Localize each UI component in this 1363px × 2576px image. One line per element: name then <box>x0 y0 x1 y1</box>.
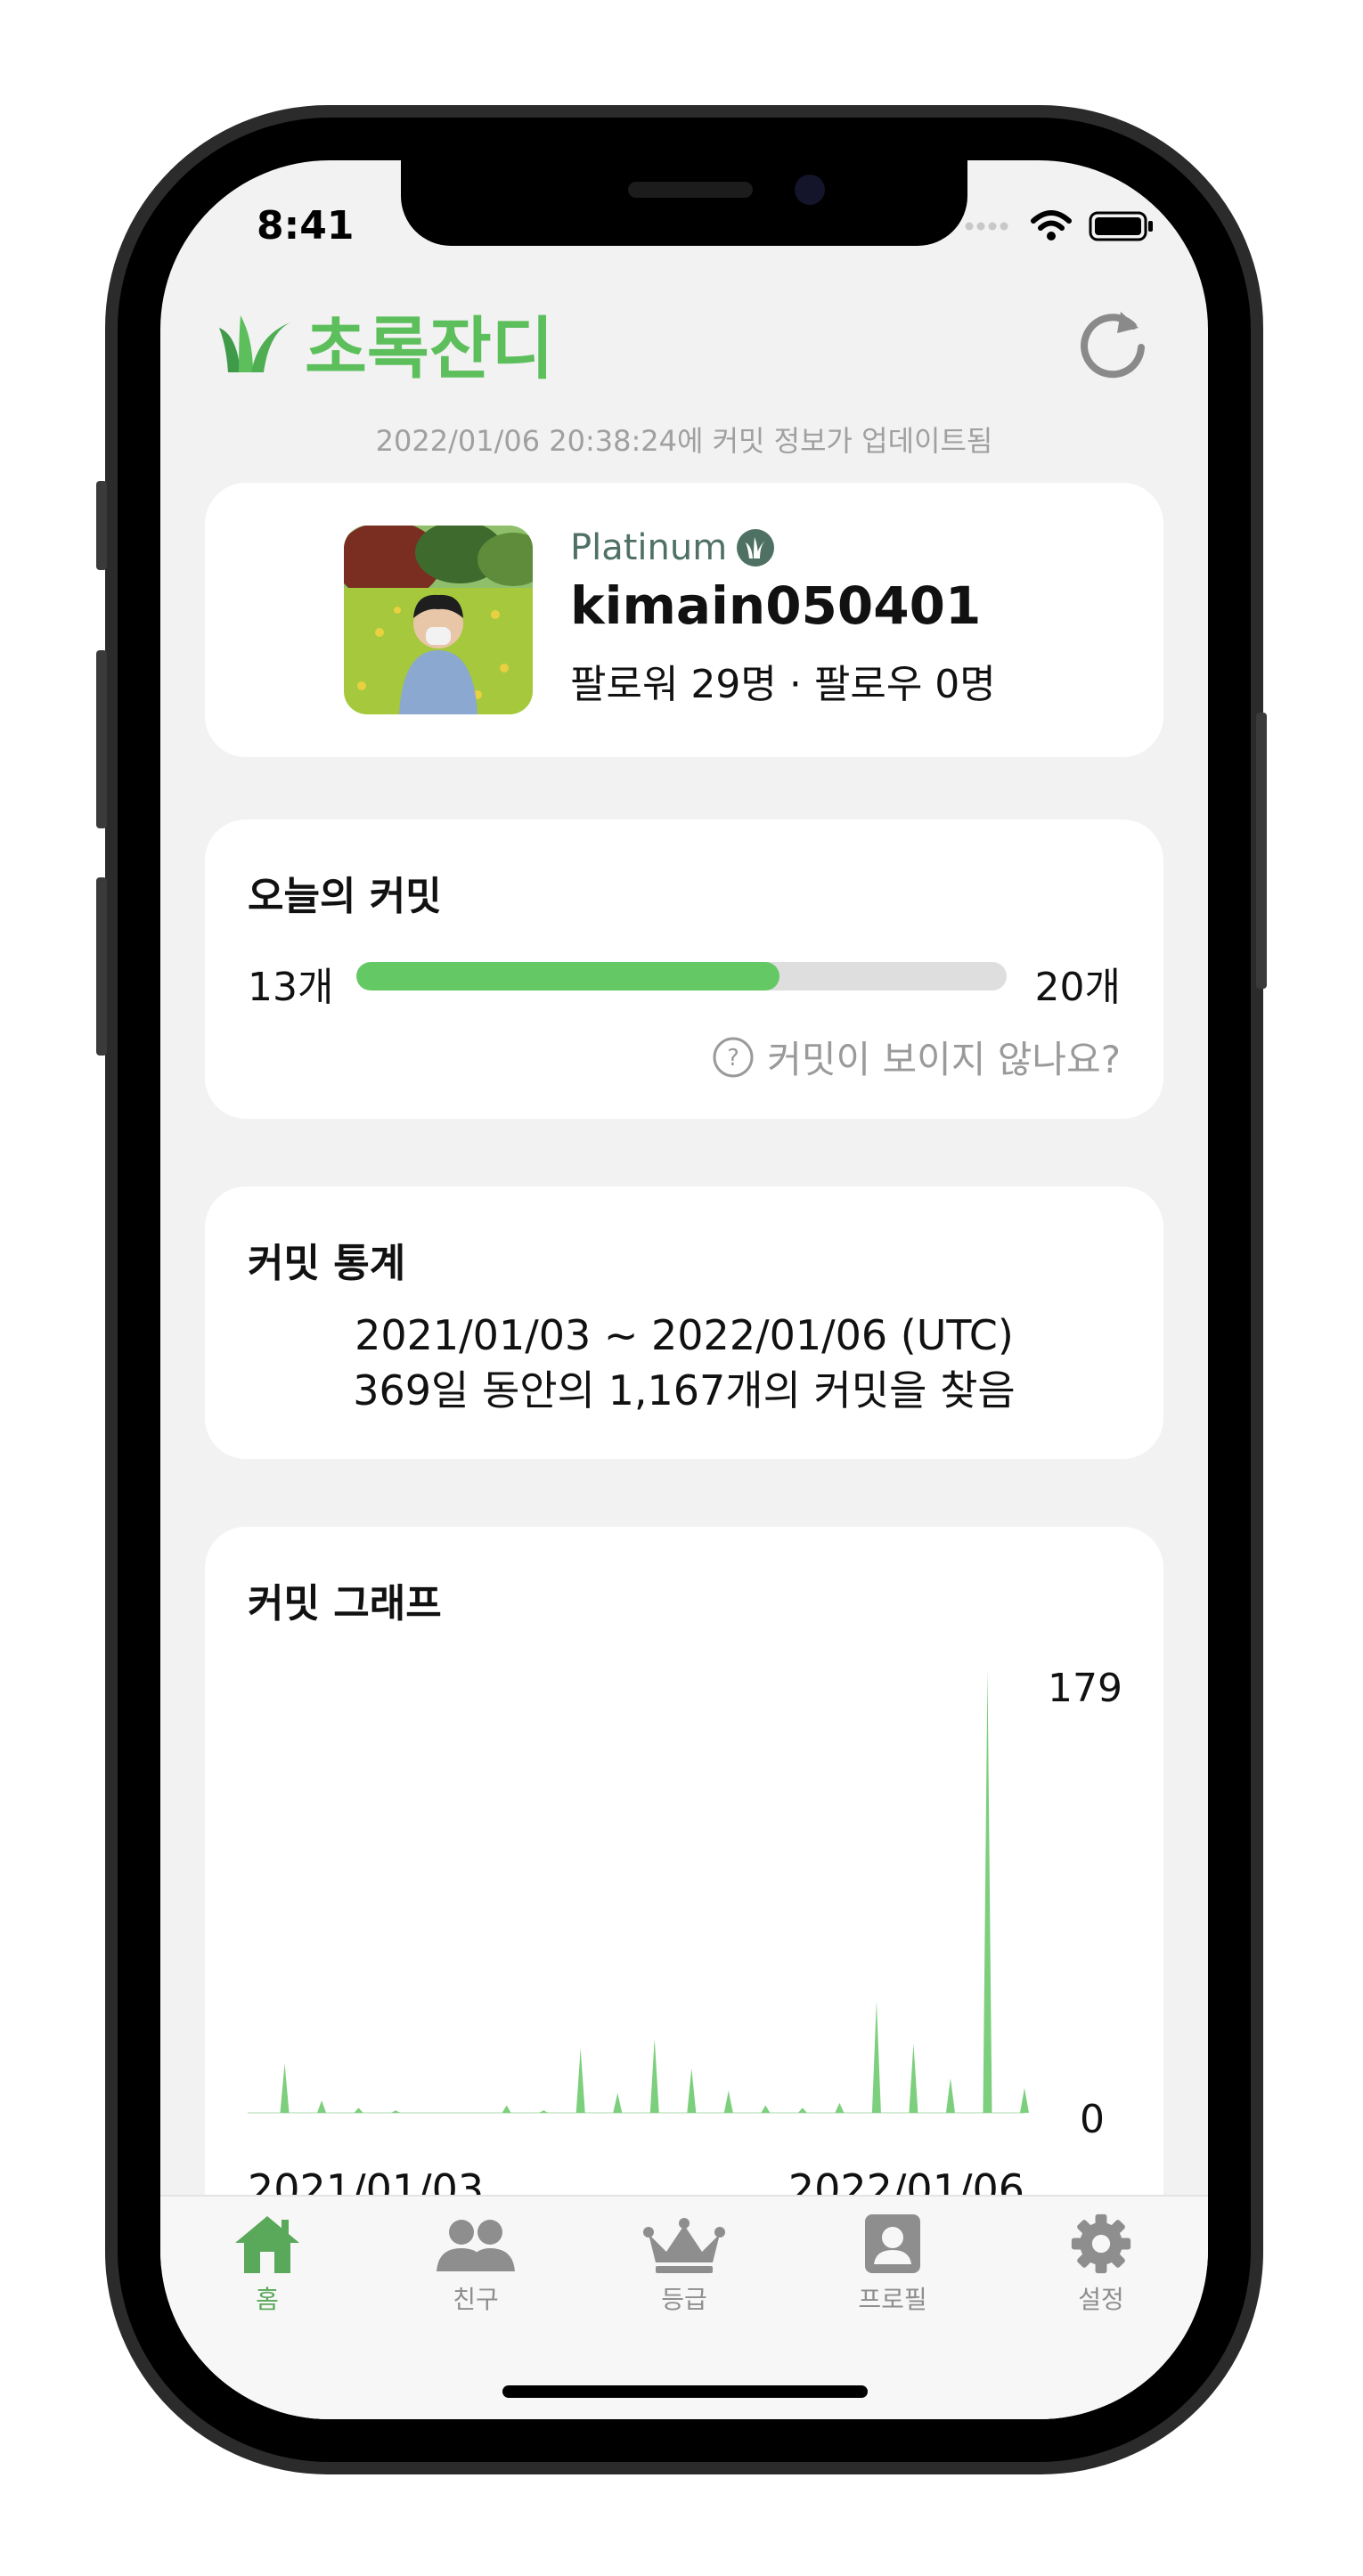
app-title: 초록잔디 <box>305 309 554 388</box>
earpiece-speaker <box>628 182 753 198</box>
tab-home[interactable]: 홈 <box>178 2213 356 2316</box>
tab-profile[interactable]: 프로필 <box>804 2213 982 2316</box>
wifi-icon <box>1031 210 1072 240</box>
missing-commits-help[interactable]: ? 커밋이 보이지 않나요? <box>712 1030 1121 1084</box>
tab-label: 친구 <box>453 2285 499 2314</box>
current-commits: 13개 <box>248 965 334 1010</box>
crown-icon <box>643 2218 725 2273</box>
power-button <box>1256 713 1267 989</box>
status-icons <box>964 210 1155 242</box>
profile-icon <box>865 2214 920 2273</box>
silent-switch <box>96 481 107 570</box>
chart-point-2021/11/14 <box>797 2107 807 2113</box>
volume-down-button <box>96 877 107 1056</box>
chart-point-2021/03/28 <box>391 2110 401 2113</box>
gear-icon <box>1071 2213 1131 2274</box>
chart-point-2022/01/06 <box>1020 2088 1029 2113</box>
avatar <box>344 526 533 714</box>
goal-commits: 20개 <box>1034 965 1121 1010</box>
chart-point-2021/12/05 <box>835 2102 845 2113</box>
question-circle-icon: ? <box>713 1037 754 1077</box>
grass-logo-icon <box>219 315 290 372</box>
chart-point-2021/03/07 <box>354 2107 363 2113</box>
chart-point-2021/06/20 <box>539 2110 549 2113</box>
commit-stats-title: 커밋 통계 <box>248 1241 406 1286</box>
chart-point-2021/10/24 <box>761 2105 771 2113</box>
volume-up-button <box>96 650 107 828</box>
help-text: 커밋이 보이지 않나요? <box>767 1038 1121 1081</box>
chart-point-2021/12/19 <box>871 2001 881 2113</box>
app-screen: 8:41 초록잔디 2022/01/06 20:38:24에 커밋 정보가 업데… <box>160 160 1208 2419</box>
home-indicator <box>502 2385 868 2398</box>
friends-icon <box>437 2220 515 2271</box>
tab-label: 설정 <box>1078 2285 1124 2314</box>
y-min-label: 0 <box>1080 2097 1105 2142</box>
tier-label: Platinum <box>570 527 775 568</box>
tier-text: Platinum <box>570 527 728 568</box>
today-commits-title: 오늘의 커밋 <box>248 874 442 919</box>
refresh-button[interactable] <box>1074 303 1151 379</box>
chart-point-2022/01/03 <box>983 1669 992 2113</box>
stats-date-range: 2021/01/03 ~ 2022/01/06 (UTC) <box>355 1311 1014 1359</box>
commit-progress-bar <box>356 962 1007 990</box>
tab-friends[interactable]: 친구 <box>387 2213 565 2316</box>
chart-point-2021/02/14 <box>317 2100 327 2113</box>
username: kimain050401 <box>570 575 982 636</box>
commit-progress-fill <box>356 962 779 990</box>
chart-point-2021/01/24 <box>280 2063 290 2113</box>
chart-point-2022/01/01 <box>945 2078 955 2113</box>
stats-summary: 369일 동안의 1,167개의 커밋을 찾음 <box>353 1366 1016 1414</box>
last-updated-text: 2022/01/06 20:38:24에 커밋 정보가 업데이트됨 <box>375 424 993 458</box>
tab-label: 홈 <box>256 2285 279 2314</box>
app-header: 초록잔디 <box>214 294 554 392</box>
home-icon <box>235 2216 299 2273</box>
y-max-label: 179 <box>1048 1666 1122 1711</box>
tab-label: 등급 <box>661 2285 707 2314</box>
chart-point-2021/08/22 <box>649 2038 659 2113</box>
profile-card[interactable]: Platinum kimain050401 팔로워 29명 · 팔로우 0명 <box>205 483 1163 757</box>
tab-ranks[interactable]: 등급 <box>595 2213 773 2316</box>
cellular-signal-icon <box>965 222 1008 231</box>
commit-stats-text: 2021/01/03 ~ 2022/01/06 (UTC) 369일 동안의 1… <box>205 1308 1163 1418</box>
chart-point-2021/05/30 <box>502 2105 511 2113</box>
battery-icon <box>1089 211 1153 241</box>
chart-point-2021/10/03 <box>723 2090 733 2113</box>
refresh-icon <box>1081 312 1145 379</box>
commit-chart: 179 0 2021/01/03 2022/01/06 <box>248 1666 1122 2213</box>
tier-badge-icon <box>737 529 775 567</box>
commit-stats-card: 커밋 통계 2021/01/03 ~ 2022/01/06 (UTC) 369일… <box>205 1186 1163 1459</box>
svg-text:?: ? <box>727 1045 739 1072</box>
chart-point-2021/07/11 <box>575 2048 585 2113</box>
tab-label: 프로필 <box>858 2285 927 2314</box>
chart-point-2021/09/12 <box>687 2067 697 2113</box>
status-time: 8:41 <box>257 203 355 249</box>
chart-point-2021/08/01 <box>613 2092 623 2113</box>
tab-settings[interactable]: 설정 <box>1012 2213 1190 2316</box>
notch <box>401 160 967 246</box>
chart-point-2021/12/26 <box>909 2043 918 2113</box>
today-commits-card: 오늘의 커밋 13개 20개 ? 커밋이 보이지 않나요? <box>205 819 1163 1119</box>
tab-bar: 홈 친구 등급 프로필 설정 <box>160 2195 1208 2419</box>
front-camera <box>795 175 825 205</box>
follow-counts: 팔로워 29명 · 팔로우 0명 <box>570 662 996 707</box>
